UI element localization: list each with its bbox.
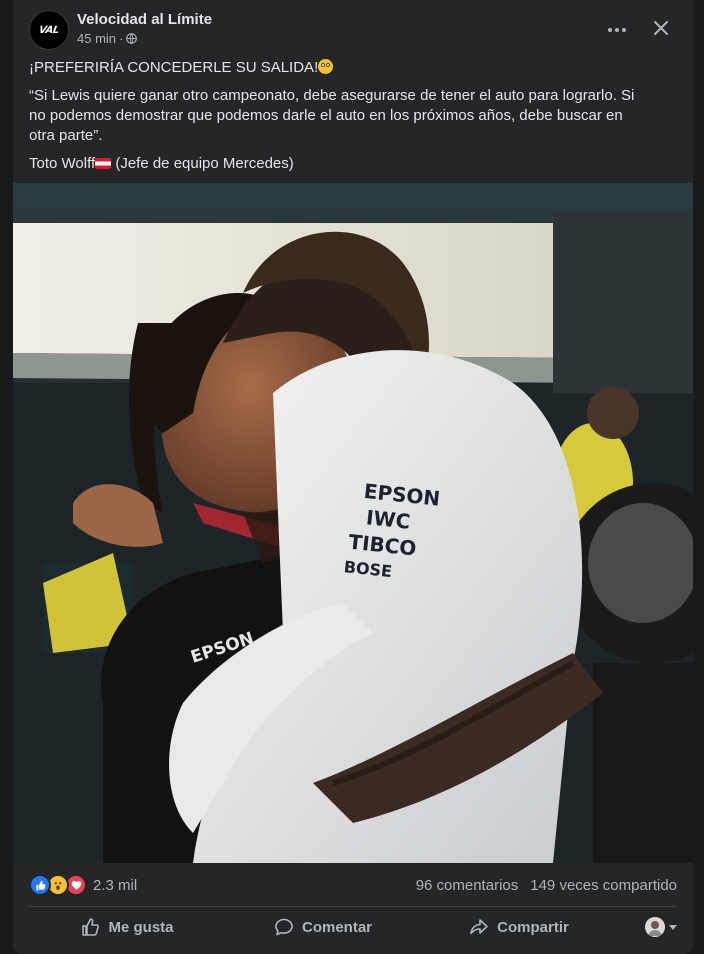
share-label: Compartir xyxy=(497,918,569,936)
post-stats: 2.3 mil 96 comentarios 149 veces compart… xyxy=(29,874,677,896)
austria-flag-icon xyxy=(95,158,112,169)
post-card: VAL Velocidad al Límite 45 min · ¡PREFER… xyxy=(13,0,693,954)
profile-avatar xyxy=(645,917,665,937)
page-avatar[interactable]: VAL xyxy=(29,10,69,50)
more-dots-icon xyxy=(607,19,628,37)
more-options-button[interactable] xyxy=(603,14,631,42)
comments-count[interactable]: 96 comentarios xyxy=(416,877,519,894)
flushed-face-emoji xyxy=(318,59,334,74)
engagement-counts: 96 comentarios 149 veces compartido xyxy=(416,877,677,894)
post-attribution: Toto Wolff (Jefe de equipo Mercedes) xyxy=(29,154,649,174)
photo-sponsor-iwc: IWC xyxy=(365,505,411,533)
close-icon xyxy=(654,21,668,35)
attribution-role: (Jefe de equipo Mercedes) xyxy=(115,155,294,172)
thumbs-up-icon xyxy=(82,918,100,936)
post-headline: ¡PREFERIRÍA CONCEDERLE SU SALIDA! xyxy=(29,59,319,76)
like-reaction-icon xyxy=(29,874,51,896)
like-label: Me gusta xyxy=(108,918,174,936)
post-meta: 45 min · xyxy=(77,31,138,46)
like-button[interactable]: Me gusta xyxy=(29,910,225,944)
share-button[interactable]: Compartir xyxy=(421,910,617,944)
post-photo[interactable]: EPSON IWC TIBCO BOSE EPSON xyxy=(13,183,693,863)
post-headline-line: ¡PREFERIRÍA CONCEDERLE SU SALIDA! xyxy=(29,58,649,78)
close-button[interactable] xyxy=(647,14,675,42)
chevron-down-icon xyxy=(669,924,677,930)
actions-divider xyxy=(29,906,677,907)
photo-illustration: EPSON IWC TIBCO BOSE EPSON xyxy=(13,183,693,863)
page-name[interactable]: Velocidad al Límite xyxy=(77,11,212,28)
meta-separator: · xyxy=(119,31,124,46)
post-text: ¡PREFERIRÍA CONCEDERLE SU SALIDA! “Si Le… xyxy=(29,58,649,182)
reaction-count[interactable]: 2.3 mil xyxy=(93,877,137,894)
post-actions: Me gusta Comentar Compartir xyxy=(29,910,677,944)
globe-icon xyxy=(126,33,138,44)
comment-label: Comentar xyxy=(301,918,372,936)
shares-count[interactable]: 149 veces compartido xyxy=(530,877,677,894)
profile-selector[interactable] xyxy=(617,917,677,937)
share-icon xyxy=(470,919,488,935)
page-logo: VAL xyxy=(38,24,60,36)
post-time[interactable]: 45 min xyxy=(77,31,116,46)
post-header: VAL Velocidad al Límite 45 min · xyxy=(29,8,681,50)
reactions-summary[interactable]: 2.3 mil xyxy=(29,874,137,896)
attribution-name: Toto Wolff xyxy=(29,155,96,172)
comment-button[interactable]: Comentar xyxy=(225,910,421,944)
comment-icon xyxy=(275,918,293,936)
post-quote: “Si Lewis quiere ganar otro campeonato, … xyxy=(29,87,635,144)
